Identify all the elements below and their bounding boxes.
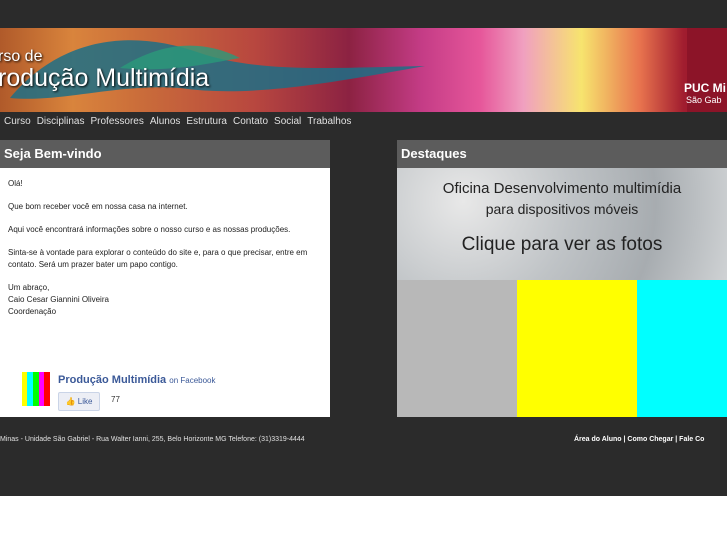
nav-item-alunos[interactable]: Alunos <box>150 116 181 127</box>
nav-item-contato[interactable]: Contato <box>233 116 268 127</box>
footer-links[interactable]: Área do Aluno | Como Chegar | Fale Co <box>574 436 704 443</box>
signoff: Um abraço, Caio Cesar Giannini Oliveira … <box>8 282 318 318</box>
color-bar-yellow <box>517 280 637 417</box>
thumbs-up-icon: 👍 <box>65 397 76 406</box>
nav-item-disciplinas[interactable]: Disciplinas <box>37 116 85 127</box>
facebook-page-avatar[interactable] <box>16 372 51 406</box>
nav-item-professores[interactable]: Professores <box>90 116 143 127</box>
logo-line2: São Gab <box>686 95 722 105</box>
like-button[interactable]: 👍 Like <box>58 392 100 411</box>
welcome-paragraph: Aqui você encontrará informações sobre o… <box>8 225 291 234</box>
welcome-paragraph: Olá! <box>8 179 23 188</box>
welcome-paragraph: Que bom receber você em nossa casa na in… <box>8 202 188 211</box>
footer-address: Minas - Unidade São Gabriel - Rua Walter… <box>0 436 305 443</box>
nav-item-trabalhos[interactable]: Trabalhos <box>307 116 351 127</box>
signoff-line: Um abraço, <box>8 283 50 292</box>
facebook-page-link[interactable]: Produção Multimídia on Facebook <box>58 374 216 386</box>
nav-item-curso[interactable]: Curso <box>4 116 31 127</box>
color-bar-cyan <box>637 280 727 417</box>
header-banner: rso de rodução Multimídia PUC Mi São Gab <box>0 28 727 112</box>
welcome-paragraph: Sinta-se à vontade para explorar o conte… <box>8 248 308 269</box>
color-bar-gray <box>397 280 517 417</box>
nav-item-social[interactable]: Social <box>274 116 301 127</box>
like-label: Like <box>77 397 93 406</box>
main-nav: Curso Disciplinas Professores Alunos Est… <box>4 116 357 127</box>
welcome-header: Seja Bem-vindo <box>0 140 330 168</box>
welcome-panel: Olá! Que bom receber você em nossa casa … <box>0 168 330 417</box>
promo-link[interactable]: Clique para ver as fotos <box>397 234 727 256</box>
color-bars <box>397 280 727 417</box>
facebook-on-text: on Facebook <box>169 376 216 385</box>
nav-item-estrutura[interactable]: Estrutura <box>186 116 227 127</box>
signoff-line: Coordenação <box>8 307 57 316</box>
facebook-page-name[interactable]: Produção Multimídia <box>58 374 166 386</box>
promo-line2: para dispositivos móveis <box>485 201 639 217</box>
promo-banner[interactable]: Oficina Desenvolvimento multimídia para … <box>397 168 727 280</box>
like-count: 77 <box>111 395 120 404</box>
highlights-header: Destaques <box>397 140 727 168</box>
highlights-panel[interactable]: Oficina Desenvolvimento multimídia para … <box>397 168 727 417</box>
promo-line1: Oficina Desenvolvimento multimídia <box>442 180 682 197</box>
banner-title-line2: rodução Multimídia <box>0 64 210 92</box>
signoff-line: Caio Cesar Giannini Oliveira <box>8 295 109 304</box>
welcome-text: Olá! Que bom receber você em nossa casa … <box>8 178 318 318</box>
logo-line1: PUC Mi <box>684 81 726 95</box>
